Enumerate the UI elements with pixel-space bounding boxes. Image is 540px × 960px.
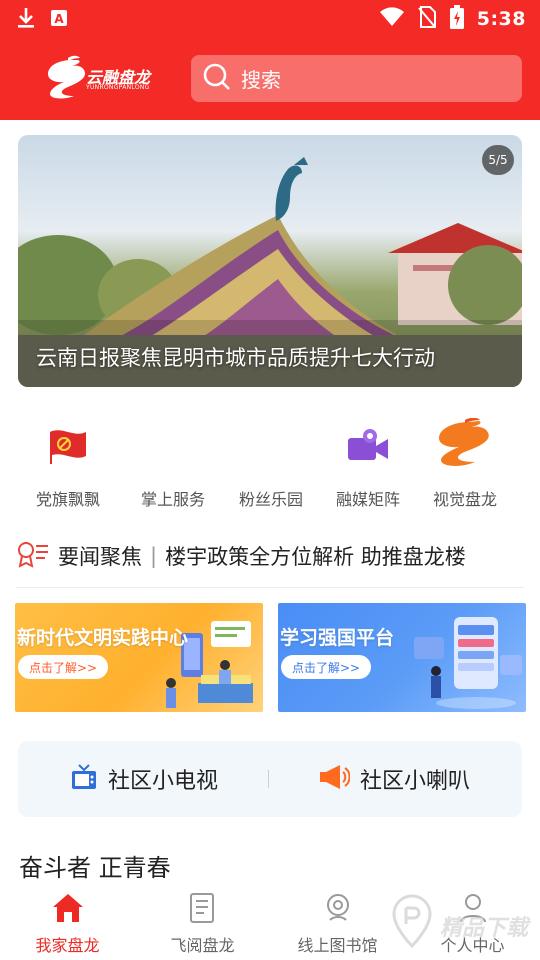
promo-title: 学习强国平台 <box>280 627 395 649</box>
tv-icon <box>70 763 98 795</box>
document-icon <box>188 892 218 928</box>
news-badge-icon <box>16 539 50 573</box>
nav-home[interactable]: 我家盘龙 <box>0 888 135 956</box>
quick-link-label: 融媒矩阵 <box>335 490 400 509</box>
watermark: 精品下载 <box>390 894 540 954</box>
download-icon <box>16 6 36 34</box>
status-bar: A 5:38 <box>0 0 540 38</box>
nav-library[interactable]: 线上图书馆 <box>270 888 405 956</box>
promo-xuexi-platform[interactable]: 学习强国平台 点击了解>> <box>278 603 526 712</box>
promo-learn-more-button[interactable]: 点击了解>> <box>281 655 371 679</box>
nav-label: 飞阅盘龙 <box>170 936 235 955</box>
banner-page-indicator: 5/5 <box>482 145 514 175</box>
video-camera-icon <box>346 426 390 470</box>
promo-learn-more-button[interactable]: 点击了解>> <box>18 655 108 679</box>
ticker-separator: | <box>150 544 158 568</box>
ticker-headline: 楼宇政策全方位解析 助推盘龙楼 <box>165 545 466 569</box>
community-tv-label: 社区小电视 <box>108 769 219 794</box>
banner-carousel[interactable]: 5/5 云南日报聚焦昆明市城市品质提升七大行动 <box>18 135 522 387</box>
app-logo[interactable]: 云融盘龙 YUNRONGPANLONG <box>44 54 154 102</box>
civilization-illustration <box>166 621 253 708</box>
community-speaker-button[interactable]: 社区小喇叭 <box>318 741 470 817</box>
search-bar[interactable]: 搜索 <box>191 55 522 102</box>
community-divider <box>268 770 269 788</box>
nav-label: 线上图书馆 <box>297 936 378 955</box>
community-tv-button[interactable]: 社区小电视 <box>70 741 218 817</box>
quick-link-label: 掌上服务 <box>140 490 205 509</box>
quick-link-visual[interactable]: 视觉盘龙 <box>415 417 515 510</box>
quick-link-label: 党旗飘飘 <box>35 490 100 509</box>
search-icon <box>203 63 231 95</box>
home-icon <box>51 892 85 928</box>
quick-link-label: 视觉盘龙 <box>432 490 497 509</box>
community-speaker-label: 社区小喇叭 <box>360 769 471 794</box>
banner-caption: 云南日报聚焦昆明市城市品质提升七大行动 <box>36 346 435 370</box>
quick-link-label: 粉丝乐园 <box>238 490 303 509</box>
watermark-text: 精品下载 <box>440 916 529 941</box>
news-ticker[interactable]: 要闻聚焦 | 楼宇政策全方位解析 助推盘龙楼 <box>16 536 524 576</box>
search-placeholder: 搜索 <box>241 68 281 92</box>
nav-label: 我家盘龙 <box>35 936 100 955</box>
community-panel: 社区小电视 社区小喇叭 <box>18 741 522 817</box>
megaphone-icon <box>318 763 351 795</box>
quick-link-service[interactable]: 掌上服务 <box>123 420 223 510</box>
xuexi-illustration <box>414 617 522 709</box>
nav-reading[interactable]: 飞阅盘龙 <box>135 888 270 956</box>
wifi-icon <box>379 6 405 32</box>
quick-link-party-flag[interactable]: 党旗飘飘 <box>18 420 118 510</box>
app-header: 云融盘龙 YUNRONGPANLONG 搜索 <box>0 38 540 120</box>
promo-title: 新时代文明实践中心 <box>17 627 189 649</box>
no-sim-icon <box>417 5 437 33</box>
svg-text:A: A <box>54 12 64 26</box>
dragon-logo-icon <box>433 417 497 478</box>
party-flag-icon <box>46 426 90 470</box>
watermark-pin-icon <box>392 894 432 949</box>
ticker-label: 要闻聚焦 <box>58 545 142 569</box>
section-title: 奋斗者 正青春 <box>19 854 171 882</box>
divider <box>16 587 524 588</box>
logo-subtext: YUNRONGPANLONG <box>86 84 150 91</box>
quick-link-media-matrix[interactable]: 融媒矩阵 <box>318 420 418 510</box>
quick-links: 党旗飘飘 掌上服务 粉丝乐园 融媒矩阵 视觉盘龙 <box>18 417 522 520</box>
clock: 5:38 <box>476 8 526 30</box>
library-icon <box>322 892 354 928</box>
quick-link-fans[interactable]: 粉丝乐园 <box>221 420 321 510</box>
app-a-icon: A <box>50 9 68 31</box>
battery-charging-icon <box>449 4 465 34</box>
promo-civilization-center[interactable]: 新时代文明实践中心 点击了解>> <box>15 603 263 712</box>
